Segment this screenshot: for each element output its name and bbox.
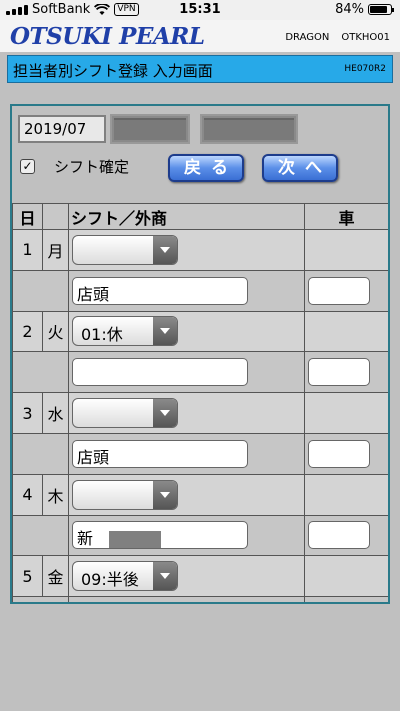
chevron-down-icon bbox=[153, 562, 177, 591]
title-bar: 担当者別シフト登録 入力画面 HE070R2 bbox=[7, 55, 393, 83]
shift-value: 09:半後 bbox=[81, 570, 139, 590]
table-sub-row: 店頭 bbox=[12, 269, 388, 312]
redacted-field-2 bbox=[200, 114, 298, 144]
table-row: 1 月 bbox=[12, 229, 388, 271]
shift-select[interactable] bbox=[72, 479, 178, 510]
month-field[interactable]: 2019/07 bbox=[18, 115, 106, 143]
redacted-text bbox=[109, 531, 162, 549]
weekday: 木 bbox=[42, 473, 69, 516]
user-id: OTKHO01 bbox=[341, 32, 390, 43]
battery-percent: 84% bbox=[335, 2, 364, 17]
server-name: DRAGON bbox=[285, 32, 330, 43]
store-input[interactable] bbox=[72, 603, 248, 604]
table-sub-row bbox=[12, 351, 388, 394]
store-input[interactable]: 店頭 bbox=[72, 276, 248, 305]
weekday: 火 bbox=[42, 310, 69, 353]
redacted-field-1 bbox=[110, 114, 190, 144]
store-input[interactable]: 新 bbox=[72, 521, 248, 550]
day-number: 1 bbox=[12, 229, 43, 271]
table-row: 5 金 09:半後 bbox=[12, 555, 388, 598]
store-input[interactable] bbox=[72, 358, 248, 387]
car-input[interactable] bbox=[308, 521, 370, 550]
header-shift: シフト／外商 bbox=[68, 203, 305, 230]
day-number: 2 bbox=[12, 310, 43, 353]
table-header-row: 日 シフト／外商 車 bbox=[12, 203, 388, 230]
shift-value: 01:休 bbox=[81, 325, 123, 345]
shift-select[interactable]: 01:休 bbox=[72, 316, 178, 347]
battery-icon bbox=[368, 4, 394, 15]
weekday: 金 bbox=[42, 555, 69, 598]
car-input[interactable] bbox=[308, 603, 370, 604]
back-button[interactable]: 戻る bbox=[168, 154, 244, 182]
chevron-down-icon bbox=[153, 399, 177, 428]
car-input[interactable] bbox=[308, 276, 370, 305]
table-sub-row: 店頭 bbox=[12, 432, 388, 475]
day-number: 5 bbox=[12, 555, 43, 598]
shift-select[interactable] bbox=[72, 234, 178, 265]
shift-confirm-label: シフト確定 bbox=[54, 158, 130, 176]
store-value: 新 bbox=[77, 529, 94, 549]
table-sub-row bbox=[12, 596, 388, 604]
header-day: 日 bbox=[12, 203, 43, 230]
weekday: 水 bbox=[42, 392, 69, 434]
table-row: 4 木 bbox=[12, 473, 388, 516]
table-row: 3 水 bbox=[12, 392, 388, 434]
shift-select[interactable]: 09:半後 bbox=[72, 561, 178, 592]
store-input[interactable]: 店頭 bbox=[72, 439, 248, 468]
next-button[interactable]: 次へ bbox=[262, 154, 338, 182]
car-input[interactable] bbox=[308, 439, 370, 468]
shift-select[interactable] bbox=[72, 398, 178, 429]
chevron-down-icon bbox=[153, 235, 177, 264]
table-sub-row: 新 bbox=[12, 514, 388, 557]
day-number: 3 bbox=[12, 392, 43, 434]
header-car: 車 bbox=[304, 203, 388, 230]
chevron-down-icon bbox=[153, 480, 177, 509]
company-logo: OTSUKI PEARL bbox=[10, 23, 205, 50]
chevron-down-icon bbox=[153, 317, 177, 346]
shift-confirm-checkbox[interactable]: ✓ bbox=[20, 159, 35, 174]
screen-code: HE070R2 bbox=[344, 64, 386, 74]
shift-table: 日 シフト／外商 車 1 月 店頭 2 火 01:休 3 水 店頭 4 木 新 … bbox=[12, 203, 388, 604]
app-header: OTSUKI PEARL DRAGON OTKHO01 bbox=[0, 20, 400, 52]
shift-form-panel: 2019/07 ✓ シフト確定 戻る 次へ 日 シフト／外商 車 1 月 店頭 bbox=[10, 104, 390, 604]
page-title: 担当者別シフト登録 入力画面 bbox=[13, 62, 213, 80]
status-bar: SoftBank VPN 15:31 84% bbox=[0, 0, 400, 20]
table-row: 2 火 01:休 bbox=[12, 310, 388, 353]
car-input[interactable] bbox=[308, 358, 370, 387]
weekday: 月 bbox=[42, 229, 69, 271]
day-number: 4 bbox=[12, 473, 43, 516]
